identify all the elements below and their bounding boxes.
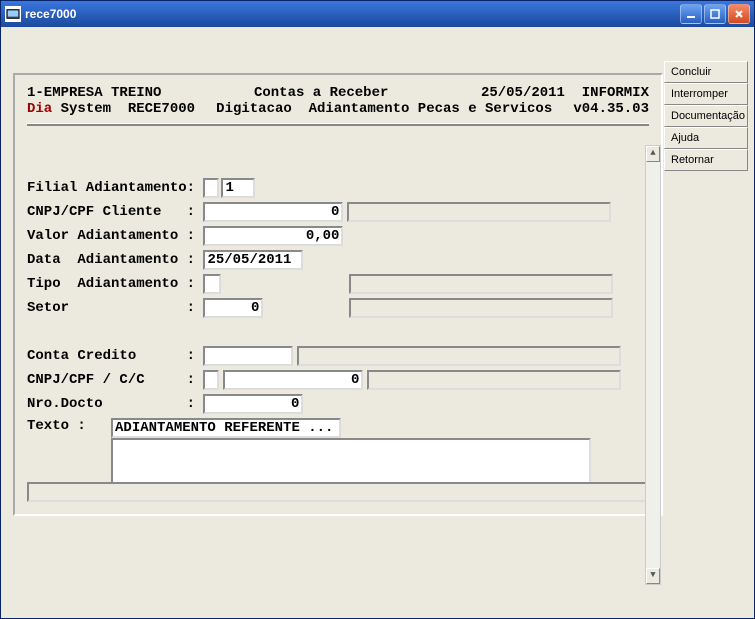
company-label: 1-EMPRESA TREINO bbox=[27, 85, 161, 101]
tipo-label: Tipo Adiantamento : bbox=[27, 276, 203, 292]
maximize-button[interactable] bbox=[704, 4, 726, 24]
main-panel: 1-EMPRESA TREINO Contas a Receber 25/05/… bbox=[13, 73, 663, 516]
conta-credito-input[interactable] bbox=[203, 346, 293, 366]
documentacao-button[interactable]: Documentação bbox=[664, 105, 748, 127]
scroll-up-button[interactable]: ▲ bbox=[646, 146, 660, 162]
status-bar bbox=[27, 482, 649, 502]
filial-input[interactable] bbox=[221, 178, 255, 198]
form-area: Filial Adiantamento: CNPJ/CPF Cliente : … bbox=[27, 176, 649, 500]
filial-small-input[interactable] bbox=[203, 178, 219, 198]
close-button[interactable] bbox=[728, 4, 750, 24]
concluir-button[interactable]: Concluir bbox=[664, 61, 748, 83]
setor-input[interactable] bbox=[203, 298, 263, 318]
cnpj-cliente-input[interactable] bbox=[203, 202, 343, 222]
tipo-input[interactable] bbox=[203, 274, 221, 294]
cnpj-cc-label: CNPJ/CPF / C/C : bbox=[27, 372, 203, 388]
texto-label: Texto : bbox=[27, 418, 111, 434]
interromper-button[interactable]: Interromper bbox=[664, 83, 748, 105]
data-label: Data Adiantamento : bbox=[27, 252, 203, 268]
divider bbox=[27, 123, 649, 126]
cnpj-cliente-label: CNPJ/CPF Cliente : bbox=[27, 204, 203, 220]
titlebar[interactable]: rece7000 bbox=[1, 1, 754, 27]
conta-credito-desc bbox=[297, 346, 621, 366]
version-label: v04.35.03 bbox=[573, 101, 649, 117]
conta-credito-label: Conta Credito : bbox=[27, 348, 203, 364]
cnpj-cliente-desc bbox=[347, 202, 611, 222]
ajuda-button[interactable]: Ajuda bbox=[664, 127, 748, 149]
app-window: rece7000 Concluir Interromper Documentaç… bbox=[0, 0, 755, 619]
vertical-scrollbar[interactable]: ▲ ▼ bbox=[645, 145, 661, 585]
system-label: System RECE7000 bbox=[52, 101, 195, 117]
header-db: INFORMIX bbox=[582, 85, 649, 101]
filial-label: Filial Adiantamento: bbox=[27, 180, 203, 196]
texto-input[interactable] bbox=[111, 418, 341, 438]
setor-label: Setor : bbox=[27, 300, 203, 316]
nro-docto-label: Nro.Docto : bbox=[27, 396, 203, 412]
client-area: Concluir Interromper Documentação Ajuda … bbox=[1, 27, 754, 618]
window-title: rece7000 bbox=[25, 7, 680, 21]
valor-label: Valor Adiantamento : bbox=[27, 228, 203, 244]
cnpj-cc-small-input[interactable] bbox=[203, 370, 219, 390]
header-block: 1-EMPRESA TREINO Contas a Receber 25/05/… bbox=[27, 85, 649, 117]
data-input[interactable] bbox=[203, 250, 303, 270]
minimize-button[interactable] bbox=[680, 4, 702, 24]
cnpj-cc-desc bbox=[367, 370, 621, 390]
nro-docto-input[interactable] bbox=[203, 394, 303, 414]
app-icon bbox=[5, 6, 21, 22]
retornar-button[interactable]: Retornar bbox=[664, 149, 748, 171]
header-date: 25/05/2011 bbox=[481, 85, 565, 101]
cnpj-cc-input[interactable] bbox=[223, 370, 363, 390]
scroll-down-button[interactable]: ▼ bbox=[646, 568, 660, 584]
dia-label: Dia bbox=[27, 101, 52, 117]
tipo-desc bbox=[349, 274, 613, 294]
side-button-panel: Concluir Interromper Documentação Ajuda … bbox=[664, 61, 748, 171]
valor-input[interactable] bbox=[203, 226, 343, 246]
screen-label: Digitacao Adiantamento Pecas e Servicos bbox=[216, 101, 552, 117]
scroll-track[interactable] bbox=[646, 162, 660, 568]
setor-desc bbox=[349, 298, 613, 318]
module-label: Contas a Receber bbox=[254, 85, 388, 101]
